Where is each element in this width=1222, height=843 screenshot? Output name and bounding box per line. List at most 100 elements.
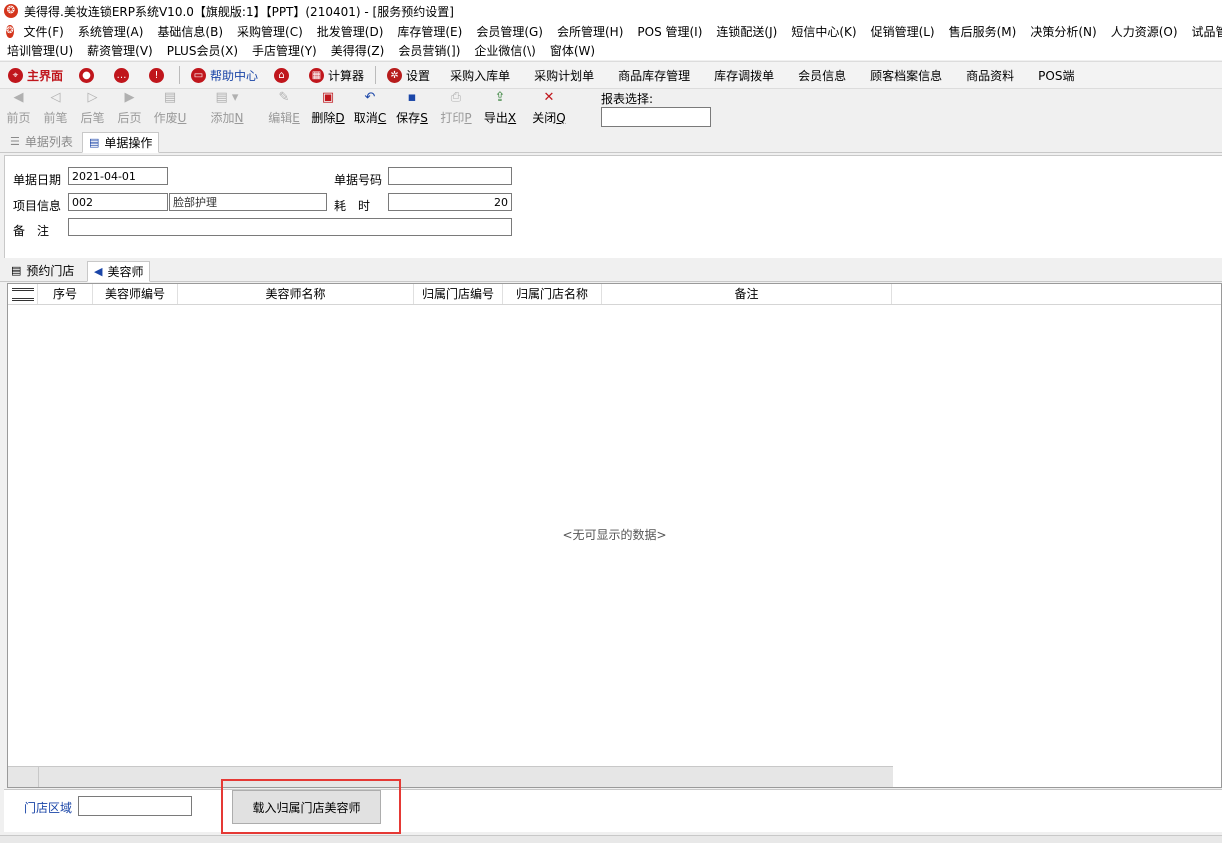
- col-header-seq[interactable]: 序号: [38, 284, 93, 304]
- add-doc-icon: ▤ ▾: [216, 89, 239, 107]
- export-button[interactable]: ⇪导出X: [478, 89, 522, 129]
- add-button[interactable]: ▤ ▾添加N: [192, 89, 262, 129]
- settings-button[interactable]: ✲ 设置: [379, 64, 438, 86]
- toolbar-separator: [375, 66, 376, 84]
- menu-item-2[interactable]: 系统管理(A): [71, 23, 151, 40]
- quick-link-label: 库存调拨单: [714, 67, 774, 84]
- house-button[interactable]: ⌂: [266, 64, 301, 86]
- col-header-remark[interactable]: 备注: [602, 284, 892, 304]
- col-header-beautician-code[interactable]: 美容师编号: [93, 284, 178, 304]
- delete-button[interactable]: ▣删除D: [306, 89, 350, 129]
- menu-item-8[interactable]: 会所管理(H): [550, 23, 630, 40]
- void-button[interactable]: ▤作废U: [148, 89, 192, 129]
- tab-beautician[interactable]: ◀ 美容师: [87, 261, 150, 282]
- menu-item-4[interactable]: 采购管理(C): [230, 23, 310, 40]
- menu-item-9[interactable]: POS 管理(I): [630, 23, 709, 40]
- tab-doc-list[interactable]: ☰ 单据列表: [4, 132, 79, 151]
- quick-toolbar: ⌖ 主界面 ● … ! ▭ 帮助中心 ⌂ ▦ 计算器 ✲ 设置 采购入库单采购计…: [0, 61, 1222, 89]
- first-page-button[interactable]: ◀前页: [0, 89, 37, 129]
- next-record-button[interactable]: ▷后笔: [74, 89, 111, 129]
- menu-item-row2-2[interactable]: 薪资管理(V): [80, 42, 160, 59]
- menu-item-14[interactable]: 决策分析(N): [1023, 23, 1103, 40]
- column-chooser-icon: [12, 288, 34, 301]
- col-header-store-code[interactable]: 归属门店编号: [414, 284, 503, 304]
- menu-item-row2-7[interactable]: 企业微信(\): [467, 42, 542, 59]
- menu-item-11[interactable]: 短信中心(K): [784, 23, 863, 40]
- doc-date-input[interactable]: 2021-04-01: [68, 167, 168, 185]
- edit-button[interactable]: ✎编辑E: [262, 89, 306, 129]
- item-info-label: 项目信息: [13, 197, 61, 214]
- menu-item-row2-1[interactable]: 培训管理(U): [0, 42, 80, 59]
- quick-link-1[interactable]: 采购入库单: [438, 64, 522, 86]
- menu-item-row2-4[interactable]: 手店管理(Y): [245, 42, 324, 59]
- doc-tabs: ☰ 单据列表 ▤ 单据操作: [0, 132, 1222, 153]
- remark-input[interactable]: [68, 218, 512, 236]
- list-icon: ☰: [10, 135, 20, 148]
- document-icon: ▤: [11, 264, 21, 277]
- col-header-beautician-name[interactable]: 美容师名称: [178, 284, 414, 304]
- window-title: 美得得.美妆连锁ERP系统V10.0【旗舰版:1】【PPT】(210401) -…: [24, 3, 454, 20]
- idea-button[interactable]: !: [141, 64, 176, 86]
- report-select-dropdown[interactable]: [601, 107, 711, 127]
- menu-item-7[interactable]: 会员管理(G): [469, 23, 550, 40]
- tab-doc-operate[interactable]: ▤ 单据操作: [82, 132, 159, 153]
- toolbar-separator: [179, 66, 180, 84]
- beautician-grid[interactable]: 序号 美容师编号 美容师名称 归属门店编号 归属门店名称 备注 <无可显示的数据…: [7, 283, 1222, 788]
- menu-item-1[interactable]: 文件(F): [17, 23, 71, 40]
- quick-link-4[interactable]: 库存调拨单: [702, 64, 786, 86]
- printer-icon: ⎙: [451, 89, 461, 107]
- delete-doc-icon: ▣: [322, 89, 334, 107]
- monitor-icon: ▭: [191, 68, 206, 83]
- menu-item-15[interactable]: 人力资源(O): [1104, 23, 1185, 40]
- menu-item-3[interactable]: 基础信息(B): [150, 23, 230, 40]
- cancel-button[interactable]: ↶取消C: [350, 89, 390, 129]
- main-menu-row-2: 培训管理(U)薪资管理(V)PLUS会员(X)手店管理(Y)美得得(Z)会员营销…: [0, 41, 1222, 60]
- duration-label: 耗 时: [334, 197, 370, 214]
- doc-number-input[interactable]: [388, 167, 512, 185]
- store-region-input[interactable]: [78, 796, 192, 816]
- gear-icon: ✲: [387, 68, 402, 83]
- quick-link-7[interactable]: 商品资料: [954, 64, 1026, 86]
- menu-logo-icon[interactable]: ❂: [6, 25, 14, 38]
- menu-item-row2-8[interactable]: 窗体(W): [543, 42, 602, 59]
- lock-button[interactable]: ●: [71, 64, 106, 86]
- grid-empty-message: <无可显示的数据>: [8, 526, 1221, 543]
- grid-row-selector-header[interactable]: [8, 284, 38, 304]
- quick-link-5[interactable]: 会员信息: [786, 64, 858, 86]
- calculator-icon: ▦: [309, 68, 324, 83]
- load-store-beauticians-button[interactable]: 载入归属门店美容师: [232, 790, 381, 824]
- quick-link-6[interactable]: 顾客档案信息: [858, 64, 954, 86]
- menu-item-13[interactable]: 售后服务(M): [942, 23, 1024, 40]
- item-code-input[interactable]: 002: [68, 193, 168, 211]
- menu-item-12[interactable]: 促销管理(L): [864, 23, 942, 40]
- col-header-store-name[interactable]: 归属门店名称: [503, 284, 602, 304]
- grid-footer: [8, 766, 893, 787]
- lightbulb-icon: !: [149, 68, 164, 83]
- calculator-button[interactable]: ▦ 计算器: [301, 64, 372, 86]
- tab-booking-store[interactable]: ▤ 预约门店: [5, 261, 80, 280]
- close-button[interactable]: ✕关闭Q: [522, 89, 576, 129]
- menu-item-row2-6[interactable]: 会员营销(]): [391, 42, 467, 59]
- quick-link-2[interactable]: 采购计划单: [522, 64, 606, 86]
- menu-item-row2-5[interactable]: 美得得(Z): [324, 42, 392, 59]
- help-center-button[interactable]: ▭ 帮助中心: [183, 64, 266, 86]
- chat-button[interactable]: …: [106, 64, 141, 86]
- app-logo-icon: ❂: [4, 4, 18, 18]
- export-folder-icon: ⇪: [495, 89, 506, 107]
- edit-doc-icon: ✎: [279, 89, 290, 107]
- menu-item-row2-3[interactable]: PLUS会员(X): [160, 42, 245, 59]
- menu-item-5[interactable]: 批发管理(D): [310, 23, 391, 40]
- prev-record-button[interactable]: ◁前笔: [37, 89, 74, 129]
- quick-link-8[interactable]: POS端: [1026, 64, 1086, 86]
- menu-item-16[interactable]: 试品管理: [1185, 23, 1222, 40]
- last-page-button[interactable]: ▶后页: [111, 89, 148, 129]
- void-doc-icon: ▤: [164, 89, 176, 107]
- save-button[interactable]: ▪保存S: [390, 89, 434, 129]
- print-button[interactable]: ⎙打印P: [434, 89, 478, 129]
- duration-input[interactable]: 20: [388, 193, 512, 211]
- menu-item-10[interactable]: 连锁配送(J): [709, 23, 784, 40]
- home-button[interactable]: ⌖ 主界面: [0, 64, 71, 86]
- triangle-left-icon: ◀: [94, 265, 102, 278]
- quick-link-3[interactable]: 商品库存管理: [606, 64, 702, 86]
- menu-item-6[interactable]: 库存管理(E): [390, 23, 469, 40]
